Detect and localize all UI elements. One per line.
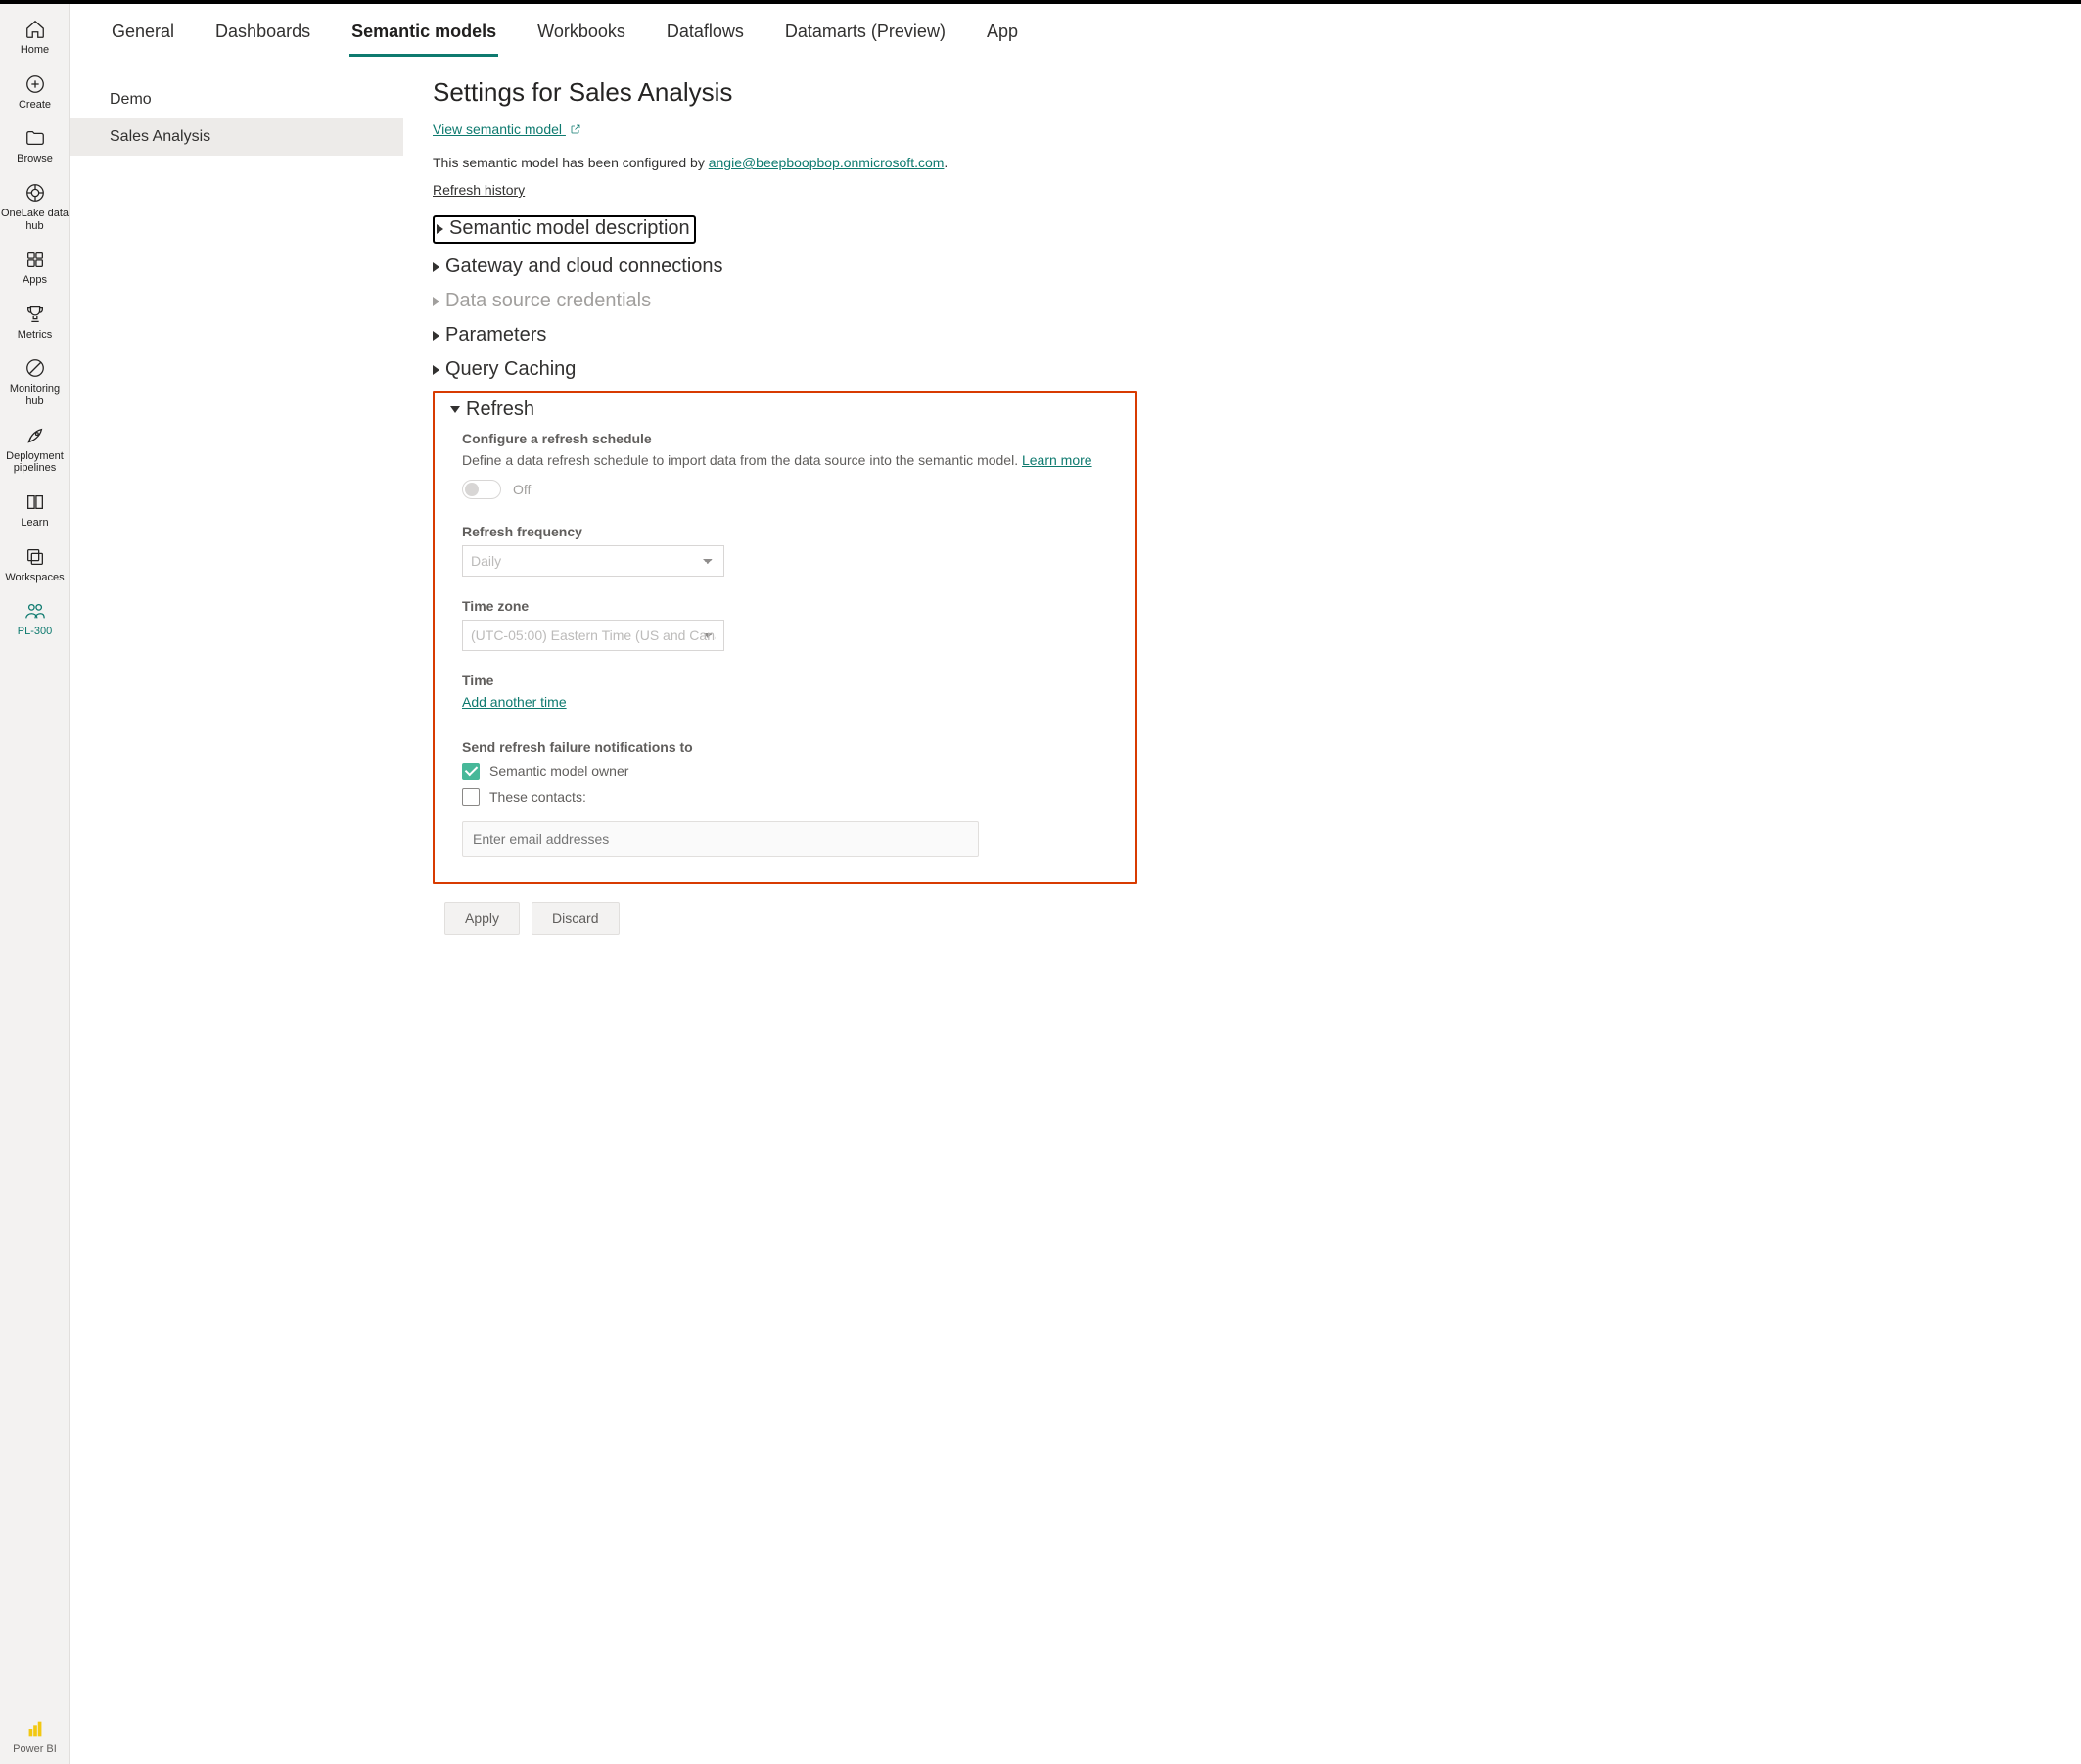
refresh-section-highlight: Refresh Configure a refresh schedule Def… [433, 391, 1137, 884]
chevron-right-icon [433, 297, 439, 306]
notify-owner-label: Semantic model owner [489, 764, 628, 779]
chevron-right-icon [433, 365, 439, 375]
rail-label: Power BI [13, 1743, 57, 1756]
left-nav-rail: Home Create Browse OneLake data hub Apps… [0, 4, 70, 1764]
section-title: Query Caching [445, 358, 576, 381]
settings-tabs: General Dashboards Semantic models Workb… [70, 4, 2081, 58]
people-icon [23, 599, 47, 623]
rail-label: Learn [21, 517, 48, 530]
frequency-label: Refresh frequency [462, 524, 1124, 539]
notify-contacts-label: These contacts: [489, 789, 586, 805]
timezone-select[interactable]: (UTC-05:00) Eastern Time (US and Canada) [462, 620, 724, 651]
apply-button[interactable]: Apply [444, 902, 520, 935]
rail-onelake[interactable]: OneLake data hub [0, 173, 70, 240]
semantic-model-list: Demo Sales Analysis [70, 58, 403, 1764]
tab-dashboards[interactable]: Dashboards [213, 4, 312, 57]
rail-powerbi[interactable]: Power BI [0, 1709, 70, 1764]
section-parameters[interactable]: Parameters [433, 324, 1137, 347]
home-icon [23, 18, 47, 41]
learn-more-link[interactable]: Learn more [1022, 452, 1092, 468]
configured-suffix: . [944, 155, 948, 170]
section-title: Refresh [466, 398, 534, 421]
schedule-toggle[interactable] [462, 480, 501, 499]
rail-label: Apps [23, 274, 47, 287]
chevron-right-icon [437, 224, 443, 234]
settings-content: Settings for Sales Analysis View semanti… [403, 58, 1167, 1764]
tab-semantic-models[interactable]: Semantic models [349, 4, 498, 57]
rail-label: OneLake data hub [0, 208, 70, 232]
tab-app[interactable]: App [985, 4, 1020, 57]
rail-label: Metrics [18, 329, 52, 342]
powerbi-icon [23, 1717, 47, 1741]
rocket-icon [23, 424, 47, 447]
section-refresh[interactable]: Refresh [450, 398, 1124, 421]
monitor-icon [23, 356, 47, 380]
list-item-sales-analysis[interactable]: Sales Analysis [70, 118, 403, 156]
rail-home[interactable]: Home [0, 10, 70, 65]
configured-prefix: This semantic model has been configured … [433, 155, 709, 170]
rail-label: Deployment pipelines [0, 450, 70, 475]
notify-owner-checkbox[interactable] [462, 763, 480, 780]
configure-schedule-desc: Define a data refresh schedule to import… [462, 452, 1124, 468]
notify-contacts-checkbox[interactable] [462, 788, 480, 806]
rail-deployment[interactable]: Deployment pipelines [0, 416, 70, 483]
contacts-input[interactable] [462, 821, 979, 857]
configure-schedule-title: Configure a refresh schedule [462, 431, 1124, 446]
frequency-select[interactable]: Daily [462, 545, 724, 577]
rail-monitoring[interactable]: Monitoring hub [0, 348, 70, 415]
section-gateway-connections[interactable]: Gateway and cloud connections [433, 255, 1137, 278]
rail-label: PL-300 [18, 626, 52, 638]
rail-workspaces[interactable]: Workspaces [0, 537, 70, 592]
refresh-history-link[interactable]: Refresh history [433, 182, 525, 198]
tab-datamarts[interactable]: Datamarts (Preview) [783, 4, 948, 57]
section-title: Semantic model description [449, 217, 690, 240]
toggle-state-label: Off [513, 482, 531, 497]
tab-dataflows[interactable]: Dataflows [665, 4, 746, 57]
configured-by-text: This semantic model has been configured … [433, 155, 1137, 170]
notify-label: Send refresh failure notifications to [462, 739, 1124, 755]
rail-metrics[interactable]: Metrics [0, 295, 70, 349]
main-area: General Dashboards Semantic models Workb… [70, 4, 2081, 1764]
section-data-source-credentials[interactable]: Data source credentials [433, 290, 1137, 312]
add-another-time-link[interactable]: Add another time [462, 694, 567, 710]
external-link-icon [570, 123, 581, 135]
section-title: Gateway and cloud connections [445, 255, 723, 278]
plus-circle-icon [23, 72, 47, 96]
rail-label: Workspaces [5, 572, 64, 584]
apps-icon [23, 248, 47, 271]
time-label: Time [462, 673, 1124, 688]
rail-label: Create [19, 99, 51, 112]
tab-workbooks[interactable]: Workbooks [535, 4, 627, 57]
toggle-thumb [465, 483, 479, 496]
discard-button[interactable]: Discard [532, 902, 619, 935]
trophy-icon [23, 302, 47, 326]
rail-active-workspace[interactable]: PL-300 [0, 591, 70, 646]
rail-create[interactable]: Create [0, 65, 70, 119]
timezone-label: Time zone [462, 598, 1124, 614]
configured-by-email-link[interactable]: angie@beepboopbop.onmicrosoft.com [709, 155, 945, 170]
section-title: Data source credentials [445, 290, 651, 312]
rail-label: Monitoring hub [0, 383, 70, 407]
rail-learn[interactable]: Learn [0, 483, 70, 537]
folder-icon [23, 126, 47, 150]
list-item-demo[interactable]: Demo [70, 81, 403, 118]
chevron-down-icon [450, 406, 460, 413]
section-title: Parameters [445, 324, 546, 347]
book-icon [23, 490, 47, 514]
rail-apps[interactable]: Apps [0, 240, 70, 295]
rail-browse[interactable]: Browse [0, 118, 70, 173]
chevron-right-icon [433, 262, 439, 272]
rail-label: Home [21, 44, 49, 57]
link-label: View semantic model [433, 121, 562, 137]
page-title: Settings for Sales Analysis [433, 77, 1137, 108]
workspaces-icon [23, 545, 47, 569]
section-query-caching[interactable]: Query Caching [433, 358, 1137, 381]
tab-general[interactable]: General [110, 4, 176, 57]
section-semantic-model-description[interactable]: Semantic model description [433, 215, 696, 244]
view-semantic-model-link[interactable]: View semantic model [433, 121, 581, 137]
rail-label: Browse [17, 153, 53, 165]
desc-text: Define a data refresh schedule to import… [462, 452, 1022, 468]
data-hub-icon [23, 181, 47, 205]
chevron-right-icon [433, 331, 439, 341]
